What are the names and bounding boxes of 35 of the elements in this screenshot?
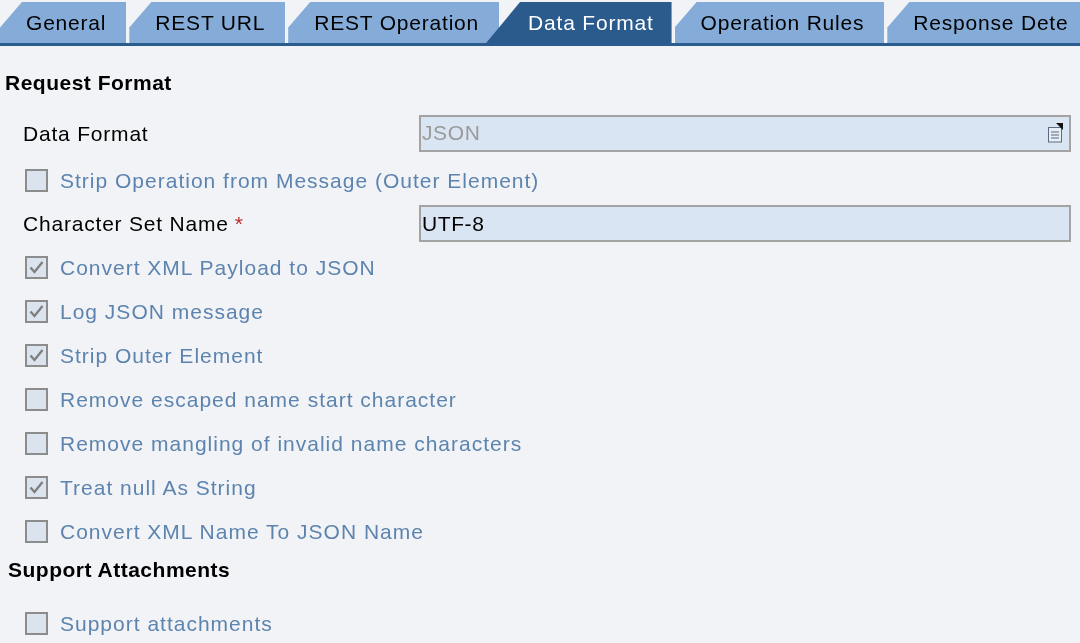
checkbox[interactable] — [25, 168, 48, 192]
text-field[interactable]: UTF-8 — [419, 205, 1071, 242]
checkbox[interactable] — [25, 387, 48, 411]
tab[interactable]: Data Format — [486, 2, 672, 43]
section-heading: Support Attachments — [8, 558, 231, 581]
checkbox-label: Strip Outer Element — [60, 344, 264, 366]
checkbox-label: Remove escaped name start character — [60, 388, 457, 410]
checkbox[interactable] — [25, 431, 48, 455]
field-label: Data Format — [23, 122, 149, 144]
tab[interactable]: REST Operation — [288, 2, 500, 43]
tab[interactable]: Operation Rules — [674, 2, 885, 43]
checkbox-label: Convert XML Name To JSON Name — [60, 520, 424, 542]
checkbox[interactable] — [25, 299, 48, 323]
check-icon — [29, 304, 44, 318]
checkbox[interactable] — [25, 255, 48, 279]
checkbox-label: Remove mangling of invalid name characters — [60, 432, 523, 454]
check-icon — [29, 260, 44, 274]
check-icon — [29, 348, 44, 362]
checkbox[interactable] — [25, 343, 48, 367]
checkbox-label: Support attachments — [60, 612, 273, 634]
check-icon — [29, 480, 44, 494]
section-heading: Request Format — [5, 71, 172, 94]
required-mark: * — [234, 213, 243, 234]
tab[interactable]: Response Dete — [887, 2, 1080, 43]
checkbox-label: Treat null As String — [60, 476, 257, 498]
checkbox[interactable] — [25, 475, 48, 499]
tab[interactable]: General — [0, 2, 127, 43]
list-icon — [1047, 123, 1063, 143]
field-label: Character Set Name — [23, 213, 229, 234]
checkbox-label: Log JSON message — [60, 300, 264, 322]
checkbox[interactable] — [25, 611, 48, 635]
tab[interactable]: REST URL — [129, 2, 286, 43]
checkbox-label: Convert XML Payload to JSON — [60, 256, 376, 278]
checkbox[interactable] — [25, 519, 48, 543]
checkbox-label: Strip Operation from Message (Outer Element) — [60, 169, 540, 191]
